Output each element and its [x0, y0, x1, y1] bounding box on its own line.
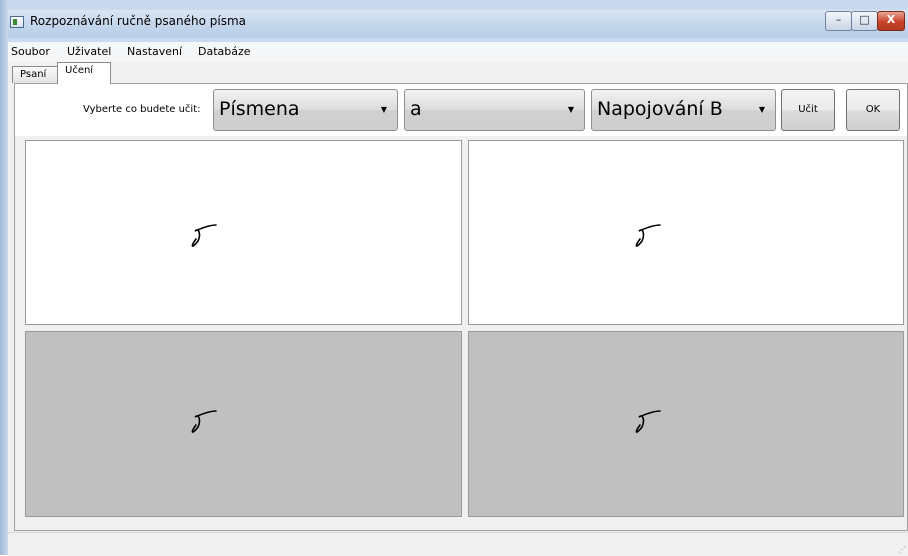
menu-soubor[interactable]: Soubor: [11, 45, 50, 58]
menu-uzivatel[interactable]: Uživatel: [67, 45, 111, 58]
learning-toolbar: Vyberte co budete učit: Písmena ▼ a ▼ Na…: [15, 84, 907, 136]
learn-button[interactable]: Učit: [781, 89, 835, 131]
chevron-down-icon: ▼: [567, 105, 574, 114]
status-bar: ⋰: [8, 532, 908, 556]
tab-uceni[interactable]: Učení: [57, 62, 111, 84]
character-select-value: a: [410, 98, 422, 120]
connection-select-value: Napojování B: [597, 98, 723, 120]
maximize-button[interactable]: □: [851, 11, 878, 31]
connection-select[interactable]: Napojování B ▼: [591, 89, 776, 131]
client-area: Soubor Uživatel Nastavení Databáze Psaní…: [8, 42, 908, 556]
minimize-icon: –: [835, 13, 842, 26]
app-window: Rozpoznávání ručně psaného písma – □ X S…: [0, 0, 908, 556]
menu-bar: Soubor Uživatel Nastavení Databáze: [8, 42, 908, 62]
close-button[interactable]: X: [877, 11, 905, 31]
tab-psani[interactable]: Psaní: [12, 66, 58, 83]
minimize-button[interactable]: –: [825, 11, 852, 31]
select-prompt-label: Vyberte co budete učit:: [83, 104, 201, 115]
type-select[interactable]: Písmena ▼: [213, 89, 398, 131]
drawing-canvas-1[interactable]: [25, 140, 462, 325]
type-select-value: Písmena: [219, 98, 300, 120]
window-title: Rozpoznávání ručně psaného písma: [30, 14, 247, 28]
ok-button[interactable]: OK: [846, 89, 900, 131]
menu-databaze[interactable]: Databáze: [198, 45, 251, 58]
app-icon[interactable]: [10, 16, 24, 28]
tab-strip: Psaní Učení: [8, 62, 908, 84]
learning-panel: Vyberte co budete učit: Písmena ▼ a ▼ Na…: [14, 83, 908, 531]
maximize-icon: □: [859, 13, 870, 26]
drawing-canvas-4[interactable]: [468, 331, 904, 517]
chevron-down-icon: ▼: [380, 105, 387, 114]
handwritten-glyph: [635, 410, 661, 433]
chevron-down-icon: ▼: [758, 105, 765, 114]
character-select[interactable]: a ▼: [404, 89, 585, 131]
desktop-edge: [0, 0, 8, 555]
handwritten-glyph: [635, 224, 661, 247]
drawing-canvas-2[interactable]: [468, 140, 904, 325]
handwritten-glyph: [191, 410, 217, 433]
drawing-canvas-3[interactable]: [25, 331, 462, 517]
menu-nastaveni[interactable]: Nastavení: [127, 45, 182, 58]
handwritten-glyph: [191, 224, 217, 247]
close-icon: X: [886, 13, 896, 26]
resize-grip-icon[interactable]: ⋰: [898, 545, 906, 554]
